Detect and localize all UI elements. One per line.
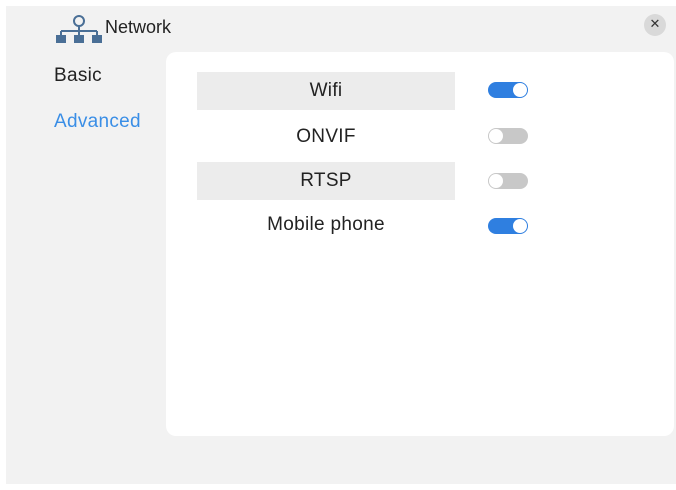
setting-row-mobile-phone: Mobile phone — [197, 206, 455, 244]
window-title: Network — [105, 17, 172, 37]
mobile-phone-toggle[interactable] — [488, 218, 528, 234]
setting-label-mobile-phone: Mobile phone — [267, 214, 385, 235]
toggle-knob — [489, 174, 503, 188]
sidebar-item-basic[interactable]: Basic — [54, 64, 102, 88]
title-bar: Network ✕ — [6, 6, 676, 46]
network-settings-window: Network ✕ Basic Advanced Wifi ONVIF RTSP… — [6, 6, 676, 484]
setting-row-wifi: Wifi — [197, 72, 455, 110]
close-button[interactable]: ✕ — [644, 14, 666, 36]
setting-label-wifi: Wifi — [309, 80, 343, 101]
close-icon: ✕ — [649, 17, 661, 32]
toggle-knob — [513, 83, 527, 97]
wifi-toggle[interactable] — [488, 82, 528, 98]
toggle-knob — [489, 129, 503, 143]
sidebar-item-advanced[interactable]: Advanced — [54, 110, 141, 134]
network-topology-icon — [56, 15, 102, 43]
onvif-toggle[interactable] — [488, 128, 528, 144]
setting-row-onvif: ONVIF — [197, 118, 455, 156]
rtsp-toggle[interactable] — [488, 173, 528, 189]
setting-label-rtsp: RTSP — [300, 170, 352, 191]
setting-label-onvif: ONVIF — [296, 126, 356, 147]
setting-row-rtsp: RTSP — [197, 162, 455, 200]
settings-panel: Wifi ONVIF RTSP Mobile phone — [166, 52, 674, 436]
toggle-knob — [513, 219, 527, 233]
